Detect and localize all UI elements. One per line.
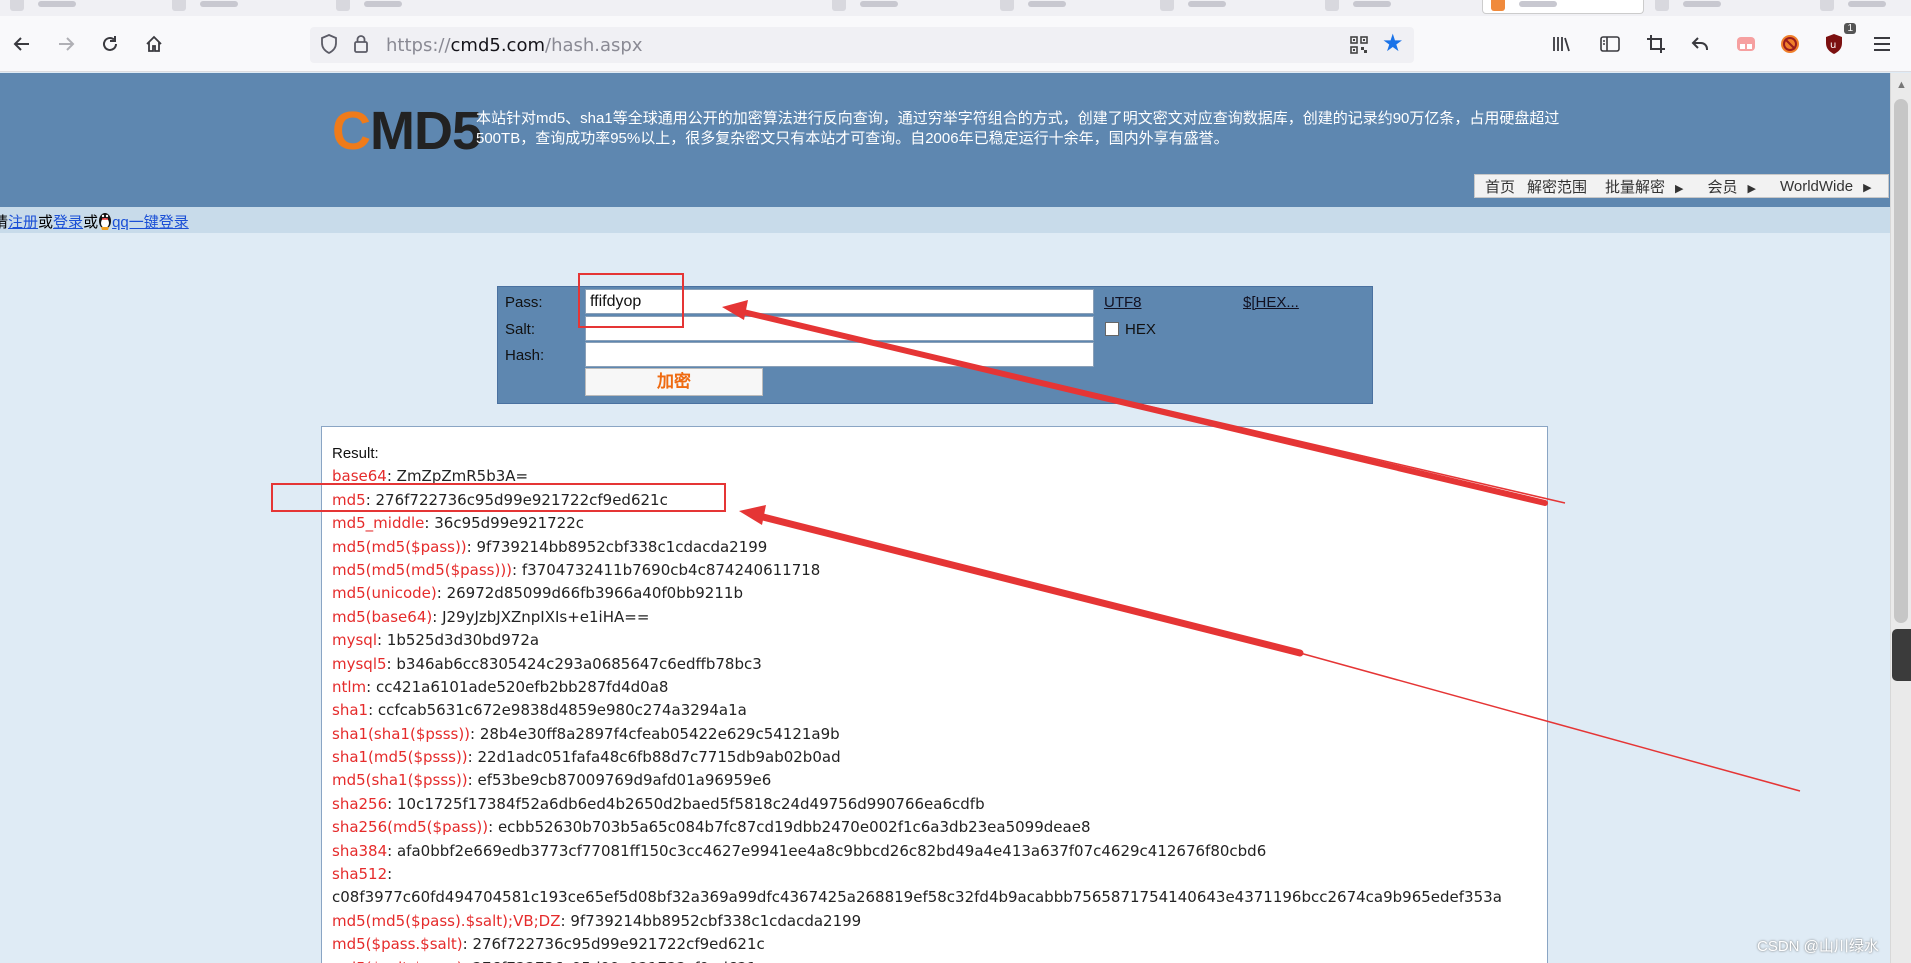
address-bar[interactable]: https://cmd5.com/hash.aspx ★: [310, 27, 1414, 63]
home-icon[interactable]: [138, 28, 170, 60]
web-page: CMD5 本站针对md5、sha1等全球通用公开的加密算法进行反向查询，通过穷举…: [0, 73, 1890, 963]
tab-favicon-icon: [1000, 0, 1014, 11]
tab-title: [1848, 1, 1886, 7]
browser-tab[interactable]: [1160, 0, 1226, 14]
csdn-watermark: CSDN @山川绿水: [1757, 938, 1879, 955]
url-text: https://cmd5.com/hash.aspx: [386, 35, 643, 56]
side-widget-tab[interactable]: [1892, 629, 1911, 681]
screenshot-crop-icon[interactable]: [1640, 28, 1672, 60]
browser-toolbar: https://cmd5.com/hash.aspx ★ u 1: [0, 16, 1911, 72]
tab-favicon-icon: [1160, 0, 1174, 11]
browser-tab[interactable]: [172, 0, 238, 14]
browser-tab[interactable]: [10, 0, 76, 14]
tab-favicon-icon: [10, 0, 24, 11]
svg-text:u: u: [1830, 40, 1836, 51]
tab-title: [1188, 1, 1226, 7]
extension-icon[interactable]: [1730, 28, 1762, 60]
tab-title: [1519, 0, 1557, 7]
tab-title: [860, 1, 898, 7]
browser-tab[interactable]: [832, 0, 898, 14]
browser-tab[interactable]: [1820, 0, 1886, 14]
browser-tab[interactable]: [1325, 0, 1391, 14]
annotation-arrow-line: [751, 511, 1304, 657]
hamburger-menu-icon[interactable]: [1866, 28, 1898, 60]
tab-title: [1683, 1, 1721, 7]
tab-title: [38, 1, 76, 7]
tracking-shield-icon[interactable]: [320, 34, 338, 59]
browser-tab[interactable]: [336, 0, 402, 14]
tab-favicon-icon: [1491, 0, 1505, 11]
block-extension-icon[interactable]: [1774, 28, 1806, 60]
tab-title: [364, 1, 402, 7]
tab-favicon-icon: [336, 0, 350, 11]
tab-favicon-icon: [832, 0, 846, 11]
tab-favicon-icon: [1820, 0, 1834, 11]
extension-badge: 1: [1844, 23, 1856, 34]
lock-icon[interactable]: [353, 34, 369, 59]
sidebar-toggle-icon[interactable]: [1594, 28, 1626, 60]
scroll-up-icon[interactable]: ▲: [1896, 79, 1907, 91]
annotation-arrowhead: [739, 505, 766, 525]
undo-close-tab-icon[interactable]: [1684, 28, 1716, 60]
tab-favicon-icon: [1655, 0, 1669, 11]
ublock-extension-icon[interactable]: u 1: [1818, 23, 1856, 60]
back-arrow-icon[interactable]: [6, 28, 38, 60]
tab-title: [1028, 1, 1066, 7]
browser-tab-strip: [0, 0, 1911, 16]
qr-code-icon[interactable]: [1350, 36, 1368, 59]
browser-tab-active[interactable]: [1482, 0, 1644, 14]
tab-title: [1353, 1, 1391, 7]
tab-title: [200, 1, 238, 7]
bookmark-star-icon[interactable]: ★: [1382, 32, 1404, 56]
annotation-arrowhead: [722, 300, 748, 320]
scrollbar-thumb[interactable]: [1894, 99, 1908, 623]
browser-tab[interactable]: [1655, 0, 1721, 14]
library-icon[interactable]: [1546, 28, 1578, 60]
browser-tab[interactable]: [1000, 0, 1066, 14]
tab-favicon-icon: [1325, 0, 1339, 11]
tab-favicon-icon: [172, 0, 186, 11]
annotation-arrow-line: [732, 307, 1548, 506]
vertical-scrollbar[interactable]: ▲: [1890, 73, 1911, 963]
annotation-arrows: [722, 300, 1801, 792]
forward-arrow-icon[interactable]: [50, 28, 82, 60]
reload-icon[interactable]: [94, 28, 126, 60]
